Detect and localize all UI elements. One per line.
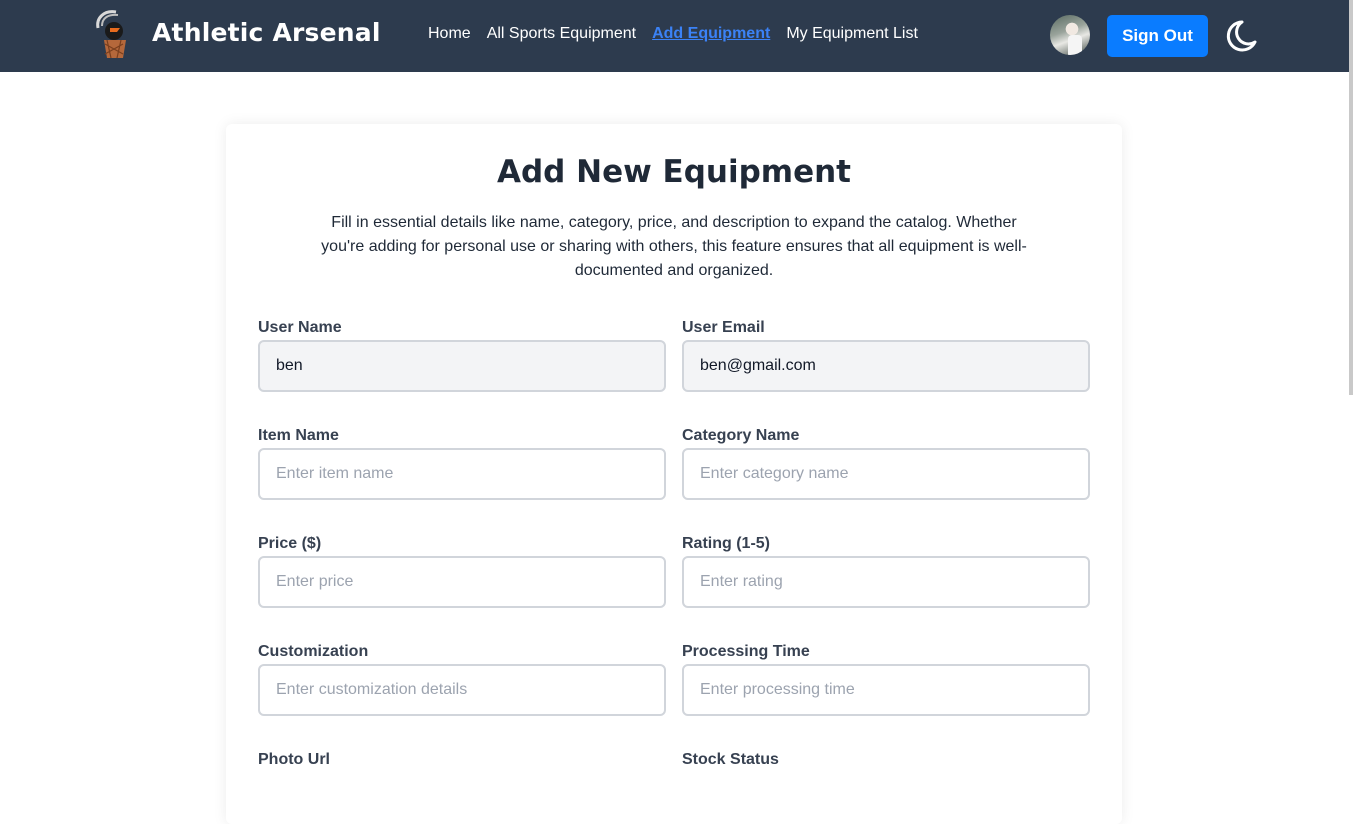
add-equipment-card: Add New Equipment Fill in essential deta…	[226, 124, 1122, 824]
processing-time-input[interactable]	[682, 664, 1090, 716]
user-name-label: User Name	[258, 319, 342, 336]
customization-input[interactable]	[258, 664, 666, 716]
stock-status-group: Stock Status	[682, 751, 1090, 773]
sign-out-button[interactable]: Sign Out	[1107, 15, 1208, 57]
brand-title[interactable]: Athletic Arsenal	[152, 18, 381, 47]
processing-time-label: Processing Time	[682, 643, 810, 660]
item-name-input[interactable]	[258, 448, 666, 500]
customization-group: Customization	[258, 643, 666, 716]
page-scrollbar[interactable]	[1349, 0, 1353, 395]
page-title: Add New Equipment	[496, 154, 852, 190]
price-group: Price ($)	[258, 535, 666, 608]
stock-status-label: Stock Status	[682, 751, 779, 768]
nav-links: Home All Sports Equipment Add Equipment …	[428, 25, 918, 43]
item-name-group: Item Name	[258, 427, 666, 500]
category-name-input[interactable]	[682, 448, 1090, 500]
rating-label: Rating (1-5)	[682, 535, 770, 552]
user-name-input[interactable]	[258, 340, 666, 392]
category-name-group: Category Name	[682, 427, 1090, 500]
price-input[interactable]	[258, 556, 666, 608]
rating-input[interactable]	[682, 556, 1090, 608]
user-email-label: User Email	[682, 319, 765, 336]
nav-link-my-equipment-list[interactable]: My Equipment List	[786, 25, 918, 43]
nav-link-add-equipment[interactable]: Add Equipment	[652, 25, 770, 43]
photo-url-label: Photo Url	[258, 751, 330, 768]
page-description: Fill in essential details like name, cat…	[321, 214, 1027, 279]
processing-time-group: Processing Time	[682, 643, 1090, 716]
moon-icon[interactable]	[1220, 16, 1260, 56]
nav-link-home[interactable]: Home	[428, 25, 471, 43]
photo-url-group: Photo Url	[258, 751, 666, 773]
navbar: Athletic Arsenal Home All Sports Equipme…	[0, 0, 1353, 72]
user-email-input[interactable]	[682, 340, 1090, 392]
avatar[interactable]	[1050, 15, 1090, 55]
customization-label: Customization	[258, 643, 369, 660]
rating-group: Rating (1-5)	[682, 535, 1090, 608]
user-email-group: User Email	[682, 319, 1090, 392]
category-name-label: Category Name	[682, 427, 800, 444]
basketball-logo-icon[interactable]	[92, 8, 136, 60]
price-label: Price ($)	[258, 535, 322, 552]
nav-link-all-sports-equipment[interactable]: All Sports Equipment	[487, 25, 636, 43]
item-name-label: Item Name	[258, 427, 339, 444]
user-name-group: User Name	[258, 319, 666, 392]
